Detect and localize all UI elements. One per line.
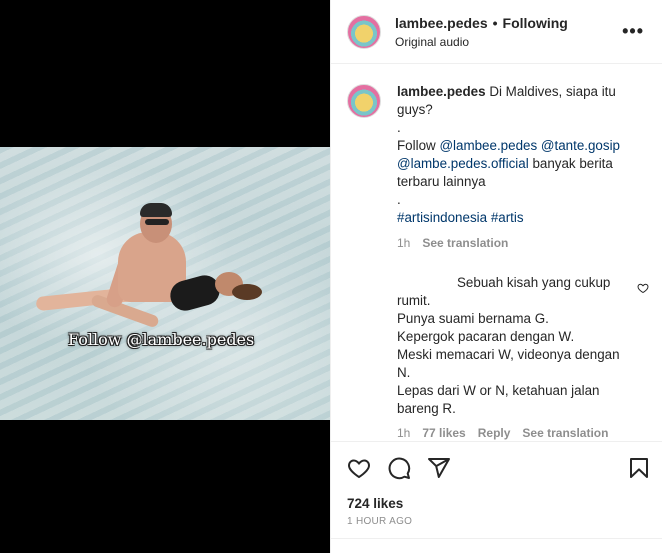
caption-dot2: . — [397, 192, 401, 207]
caption-see-translation[interactable]: See translation — [422, 236, 508, 250]
header-user: lambee.pedes • Following — [395, 15, 568, 31]
comment-line5: Lepas dari W or N, ketahuan jalan bareng… — [397, 383, 600, 416]
caption-avatar[interactable] — [347, 84, 381, 118]
caption-text: lambee.pedes Di Maldives, siapa itu guys… — [397, 83, 637, 227]
comment-line3: Kepergok pacaran dengan W. — [397, 329, 575, 344]
caption-time[interactable]: 1h — [397, 236, 410, 250]
post-header: lambee.pedes • Following Original audio ••… — [331, 0, 662, 64]
more-icon: ••• — [622, 21, 644, 41]
action-bar — [331, 441, 662, 493]
comment-like-icon[interactable] — [637, 282, 649, 294]
comment-see-translation[interactable]: See translation — [522, 426, 608, 440]
caption-meta: 1h See translation — [397, 236, 508, 250]
follow-word: Follow — [397, 138, 436, 153]
comment-likes[interactable]: 77 likes — [422, 426, 465, 440]
username-link[interactable]: lambee.pedes — [395, 15, 488, 31]
comment-line2: Punya suami bernama G. — [397, 311, 549, 326]
audio-link[interactable]: Original audio — [395, 35, 469, 49]
side-panel: lambee.pedes • Following Original audio ••… — [330, 0, 662, 553]
comment-meta: 1h 77 likes Reply See translation — [397, 426, 608, 440]
mention-lambee-pedes[interactable]: @lambee.pedes — [439, 138, 537, 153]
comments-section[interactable]: lambee.pedes Di Maldives, siapa itu guys… — [331, 64, 662, 441]
watermark: Follow @lambee.pedes — [68, 330, 255, 349]
caption-username[interactable]: lambee.pedes — [397, 84, 486, 99]
hashtag-artisindonesia[interactable]: #artisindonesia — [397, 210, 487, 225]
mention-lambe-pedes-official[interactable]: @lambe.pedes.official — [397, 156, 529, 171]
comment-reply[interactable]: Reply — [478, 426, 511, 440]
mention-tante-gosip[interactable]: @tante.gosip — [541, 138, 620, 153]
woman-hair — [232, 284, 262, 300]
post-media[interactable]: Follow @lambee.pedes — [0, 0, 330, 553]
sunglasses — [145, 219, 169, 225]
more-options-button[interactable]: ••• — [622, 22, 644, 40]
caption-dot1: . — [397, 120, 401, 135]
comment-line4: Meski memacari W, videonya dengan N. — [397, 347, 620, 380]
divider — [331, 538, 662, 539]
bookmark-icon[interactable] — [627, 456, 651, 480]
likes-count[interactable]: 724 likes — [347, 496, 403, 511]
post-time[interactable]: 1 HOUR AGO — [347, 516, 412, 527]
separator-dot: • — [492, 15, 498, 31]
avatar[interactable] — [347, 15, 381, 49]
comment-time[interactable]: 1h — [397, 426, 410, 440]
heart-icon[interactable] — [347, 456, 371, 480]
following-button[interactable]: Following — [503, 15, 568, 31]
man-hair — [140, 203, 172, 217]
comment-icon[interactable] — [387, 456, 411, 480]
comment-text: Sebuah kisah yang cukup rumit. Punya sua… — [397, 274, 629, 418]
share-icon[interactable] — [427, 456, 451, 480]
comment-line1: Sebuah kisah yang cukup rumit. — [397, 275, 611, 308]
hashtag-artis[interactable]: #artis — [491, 210, 524, 225]
